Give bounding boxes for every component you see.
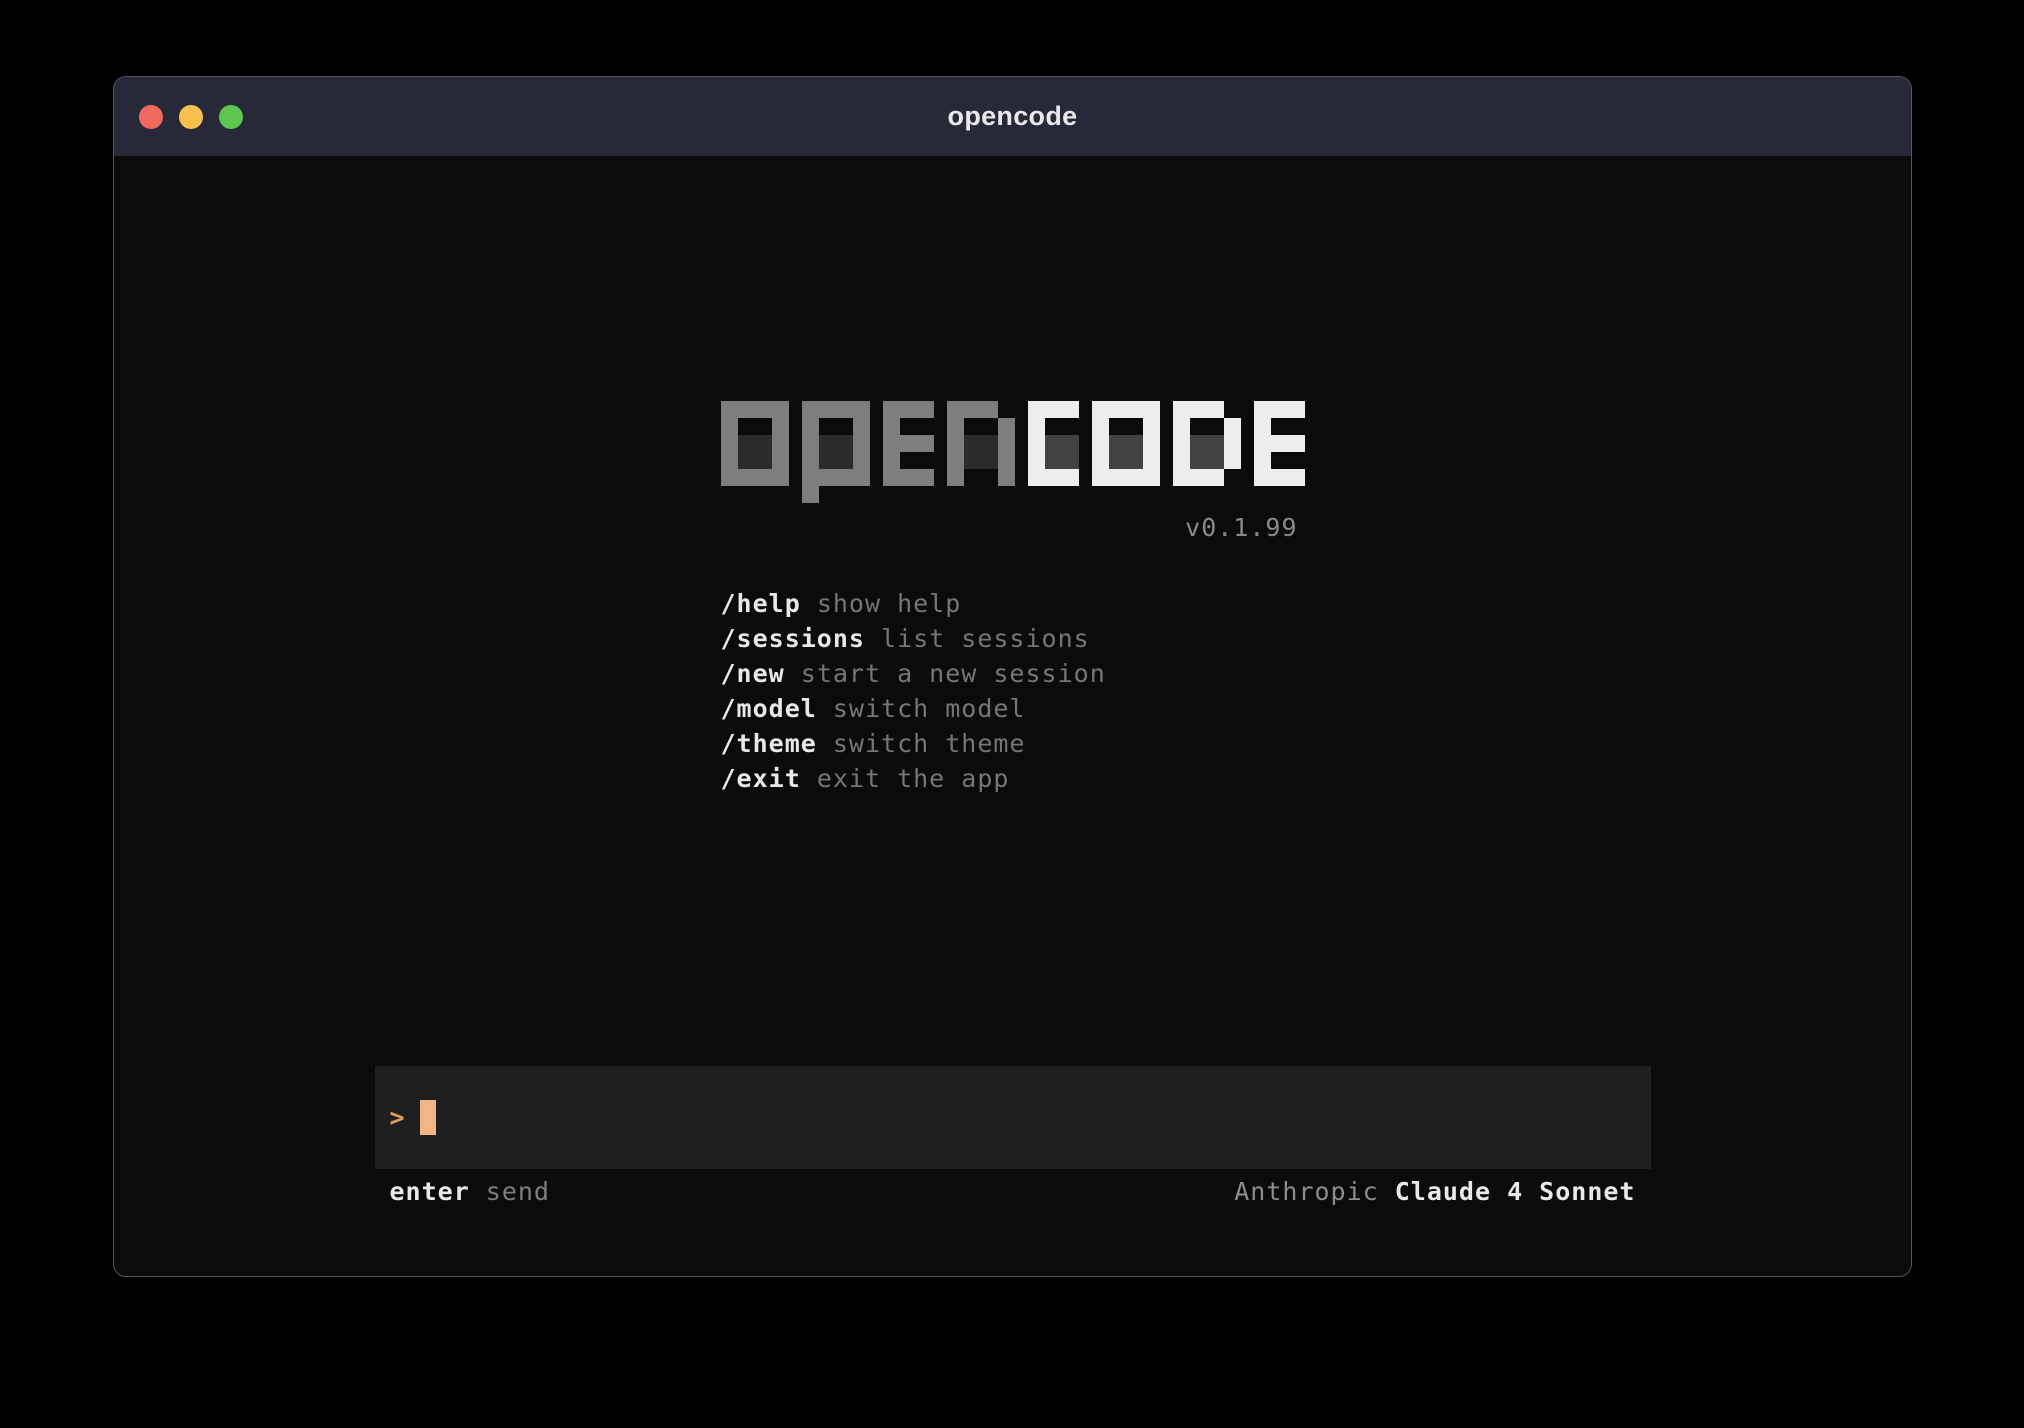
text-cursor: [420, 1100, 436, 1135]
command-description: start a new session: [785, 659, 1106, 688]
logo-letter-e: [1254, 401, 1305, 486]
window-title: opencode: [948, 101, 1078, 132]
opencode-logo: [721, 401, 1305, 503]
logo-letter-n: [947, 401, 1015, 486]
terminal-content: v0.1.99 /help show help/sessions list se…: [114, 156, 1911, 1276]
command-name: /exit: [721, 764, 801, 793]
minimize-button[interactable]: [179, 105, 203, 129]
prompt-symbol: >: [390, 1105, 406, 1130]
command-item: /help show help: [721, 586, 1305, 621]
logo-letter-o: [721, 401, 789, 486]
desktop-background: opencode v0.1.99 /help show help/session…: [0, 0, 2024, 1428]
model-label: Claude 4 Sonnet: [1395, 1179, 1636, 1204]
version-label: v0.1.99: [721, 515, 1305, 540]
command-list: /help show help/sessions list sessions/n…: [721, 586, 1305, 796]
hero-section: v0.1.99: [721, 401, 1305, 540]
input-section: > enter send Anthropic Claude 4 Sonnet: [375, 1066, 1651, 1204]
command-item: /sessions list sessions: [721, 621, 1305, 656]
command-item: /theme switch theme: [721, 726, 1305, 761]
app-window: opencode v0.1.99 /help show help/session…: [113, 76, 1912, 1277]
command-description: exit the app: [801, 764, 1010, 793]
command-name: /help: [721, 589, 801, 618]
logo-letter-e: [883, 401, 934, 486]
logo-letter-d: [1173, 401, 1241, 486]
command-description: show help: [801, 589, 962, 618]
command-name: /model: [721, 694, 817, 723]
command-item: /model switch model: [721, 691, 1305, 726]
zoom-button[interactable]: [219, 105, 243, 129]
logo-letter-p: [802, 401, 870, 503]
keybind-hint: enter send: [390, 1179, 550, 1204]
command-item: /new start a new session: [721, 656, 1305, 691]
provider-label: Anthropic: [1234, 1179, 1378, 1204]
window-titlebar[interactable]: opencode: [114, 77, 1911, 156]
logo-letter-c: [1028, 401, 1079, 486]
command-description: list sessions: [865, 624, 1090, 653]
keybind-action: send: [486, 1179, 550, 1204]
keybind-key: enter: [390, 1179, 470, 1204]
status-bar: enter send Anthropic Claude 4 Sonnet: [375, 1179, 1651, 1204]
close-button[interactable]: [139, 105, 163, 129]
command-name: /new: [721, 659, 785, 688]
prompt-input[interactable]: >: [375, 1066, 1651, 1169]
command-item: /exit exit the app: [721, 761, 1305, 796]
traffic-lights: [139, 77, 243, 156]
command-name: /sessions: [721, 624, 865, 653]
logo-letter-o: [1092, 401, 1160, 486]
command-name: /theme: [721, 729, 817, 758]
model-indicator: Anthropic Claude 4 Sonnet: [1234, 1179, 1635, 1204]
command-description: switch theme: [817, 729, 1026, 758]
command-description: switch model: [817, 694, 1026, 723]
